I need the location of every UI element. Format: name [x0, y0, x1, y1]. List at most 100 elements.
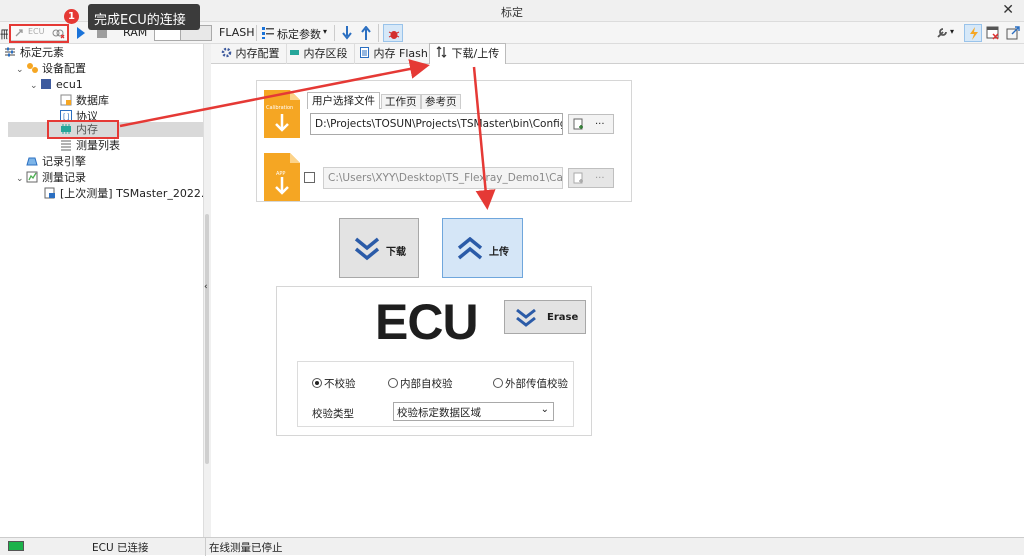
tree-item-database[interactable]: 数据库	[60, 93, 109, 109]
record-engine-icon	[26, 157, 38, 166]
toolbar-cut-label: 冊	[0, 28, 8, 41]
tree-item-last-measure[interactable]: [上次测量] TSMaster_2022...	[44, 186, 211, 202]
erase-button[interactable]: Erase	[504, 300, 586, 334]
chevron-down-icon[interactable]: ⌄	[541, 404, 549, 415]
verify-option-external[interactable]: 外部传值校验	[493, 376, 568, 391]
bug-icon	[388, 31, 400, 39]
arrow-down-icon[interactable]	[342, 26, 352, 40]
erase-label: Erase	[547, 312, 579, 323]
verify-option-none[interactable]: 不校验	[312, 376, 356, 391]
app-browse-button[interactable]: ...	[568, 168, 614, 188]
tab-label: 内存区段	[303, 47, 348, 60]
chevron-down-icon[interactable]: ⌄	[16, 62, 26, 78]
ecu-icon	[41, 79, 51, 89]
toolbar-divider	[256, 25, 257, 41]
list-icon	[61, 140, 71, 151]
download-button[interactable]: 下载	[339, 218, 419, 278]
calibration-icon-text: Calibration	[266, 105, 293, 111]
tree-item-record-engine[interactable]: 记录引擎	[26, 154, 86, 170]
ecu-big-label: ECU	[375, 294, 479, 350]
tree-item-measure-list[interactable]: 测量列表	[60, 138, 120, 154]
sliders-icon	[5, 47, 15, 57]
verify-type-select[interactable]: 校验标定数据区域 ⌄	[393, 402, 554, 421]
file-tab-user[interactable]: 用户选择文件	[307, 92, 380, 109]
tab-memory-flash[interactable]: 内存 Flash	[353, 44, 435, 64]
wrench-icon[interactable]	[936, 27, 948, 39]
calib-params-dropdown[interactable]: 标定参数	[277, 26, 321, 42]
export-icon[interactable]	[1006, 26, 1020, 40]
tree-label: 测量记录	[42, 171, 86, 184]
chevron-down-icon[interactable]: ▾	[323, 27, 327, 36]
ecu-connected-status: ECU 已连接	[92, 542, 149, 554]
tab-memory-segments[interactable]: 内存区段	[283, 44, 355, 64]
app-file-icon: APP	[264, 153, 300, 201]
status-divider	[205, 538, 206, 556]
callout-tooltip: 完成ECU的连接	[88, 4, 200, 30]
file-tab-ref-page[interactable]: 参考页	[421, 94, 461, 109]
panel-splitter[interactable]: ‹	[203, 44, 211, 537]
verify-type-label: 校验类型	[312, 408, 354, 420]
tab-label: 下载/上传	[451, 47, 500, 60]
browse-label: ...	[595, 170, 605, 181]
app-file-path[interactable]: C:\Users\XYY\Desktop\TS_Flexray_Demo1\Ca…	[323, 167, 563, 189]
tab-download-upload[interactable]: 下载/上传	[429, 43, 507, 64]
play-icon[interactable]	[76, 27, 86, 39]
tree-item-root[interactable]: 标定元素	[4, 45, 64, 61]
calib-params-icon	[262, 27, 274, 39]
tab-bar: 内存配置 内存区段 内存 Flash 下载/上传	[211, 43, 1024, 64]
app-file-checkbox[interactable]	[304, 172, 315, 183]
close-icon[interactable]: ✕	[1002, 2, 1014, 18]
tree-item-measure-record[interactable]: ⌄ 测量记录	[16, 170, 86, 186]
close-window-icon[interactable]	[986, 26, 1000, 40]
transfer-icon	[436, 46, 447, 58]
chevron-down-icon[interactable]: ▾	[950, 27, 954, 36]
radio-label: 外部传值校验	[505, 378, 568, 390]
document-icon	[360, 47, 369, 58]
calibration-file-icon: Calibration	[264, 90, 300, 138]
add-file-icon	[573, 172, 583, 184]
toolbar-divider	[334, 25, 335, 41]
highlight-box-connect	[9, 24, 69, 43]
tree-label: 设备配置	[42, 62, 86, 75]
radio-label: 内部自校验	[400, 378, 453, 390]
chevron-down-icon[interactable]: ⌄	[16, 171, 26, 187]
gear-icon	[221, 47, 232, 58]
double-chevron-down-icon	[354, 237, 380, 261]
add-file-icon	[573, 118, 583, 130]
tree-item-ecu[interactable]: ⌄ ecu1	[30, 77, 83, 93]
file-tab-work-page[interactable]: 工作页	[381, 94, 421, 109]
file-select-panel: Calibration 用户选择文件 工作页 参考页 D:\Projects\T…	[256, 80, 632, 202]
tab-memory-config[interactable]: 内存配置	[215, 44, 287, 64]
device-config-icon	[27, 63, 38, 73]
tree-label: 数据库	[76, 94, 109, 107]
splitter-handle[interactable]	[205, 214, 209, 464]
download-label: 下载	[386, 247, 406, 258]
chevron-down-icon[interactable]: ⌄	[30, 78, 40, 94]
toolbar-divider	[378, 24, 379, 42]
verify-option-internal[interactable]: 内部自校验	[388, 376, 453, 391]
tree-panel: 标定元素 ⌄ 设备配置 ⌄ ecu1 数据库 [] 协议 内存 测量列表 记录引擎 ⌄…	[0, 44, 211, 537]
measure-record-icon	[26, 171, 38, 183]
connected-indicator-icon	[8, 541, 24, 551]
tree-label: [上次测量] TSMaster_2022...	[60, 187, 212, 200]
status-bar: ECU 已连接 在线测量已停止	[0, 537, 1024, 556]
radio-unselected	[493, 378, 503, 388]
calibration-file-path[interactable]: D:\Projects\TOSUN\Projects\TSMaster\bin\…	[310, 113, 563, 135]
collapse-arrow-icon[interactable]: ‹	[204, 282, 208, 292]
tree-label: ecu1	[56, 78, 83, 91]
lightning-button[interactable]	[964, 24, 982, 42]
upload-label: 上传	[489, 247, 509, 258]
upload-button[interactable]: 上传	[442, 218, 523, 278]
tree-label: 标定元素	[20, 46, 64, 59]
tree-label: 记录引擎	[42, 155, 86, 168]
callout-step-badge: 1	[64, 9, 79, 24]
memory-icon	[290, 50, 299, 55]
callout-text: 完成ECU的连接	[94, 13, 186, 28]
calibration-browse-button[interactable]: ...	[568, 114, 614, 134]
flash-label: FLASH	[219, 26, 255, 39]
tree-item-device-config[interactable]: ⌄ 设备配置	[16, 61, 86, 77]
online-measure-status: 在线测量已停止	[209, 542, 283, 554]
database-icon	[60, 94, 72, 106]
debug-button[interactable]	[383, 24, 403, 42]
arrow-up-icon[interactable]	[361, 26, 371, 40]
